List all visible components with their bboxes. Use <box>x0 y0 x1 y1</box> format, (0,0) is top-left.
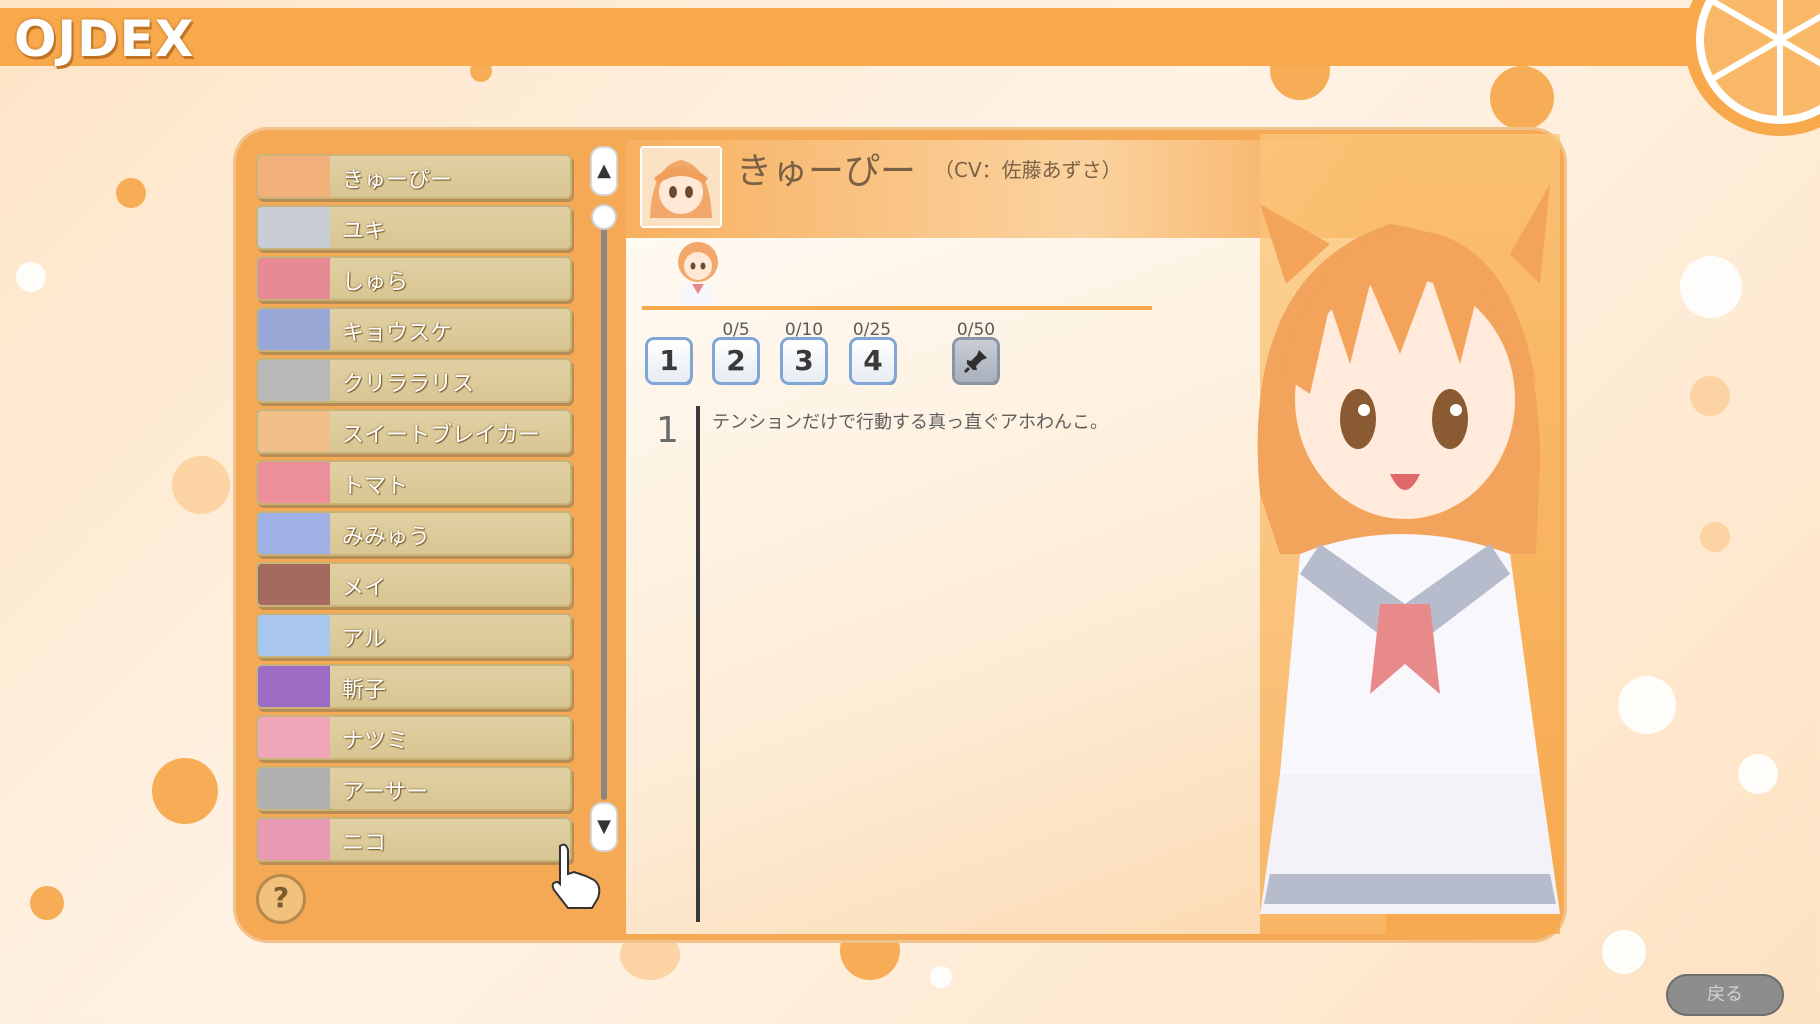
bg-bubble <box>1602 930 1646 974</box>
bg-bubble <box>1490 66 1554 130</box>
pin-icon <box>963 350 987 374</box>
character-list-item[interactable]: ナツミ <box>256 715 572 760</box>
character-name: トマト <box>342 474 409 499</box>
entry-number: 1 <box>656 410 679 451</box>
character-list-item[interactable]: アル <box>256 613 572 658</box>
character-name: ニコ <box>342 831 387 856</box>
bg-bubble <box>30 886 64 920</box>
bg-bubble <box>172 456 230 514</box>
level-count: 0/5 <box>722 320 750 340</box>
bg-bubble <box>1618 676 1676 734</box>
help-button[interactable]: ? <box>256 874 306 924</box>
bg-bubble <box>1690 376 1730 416</box>
character-list-item[interactable]: クリララリス <box>256 358 572 403</box>
back-button[interactable]: 戻る <box>1666 974 1784 1016</box>
entry-description: テンションだけで行動する真っ直ぐアホわんこ。 <box>712 412 1108 433</box>
character-thumbnail <box>258 768 330 809</box>
voice-actor-label: （CV：佐藤あずさ） <box>934 158 1122 182</box>
character-name: ユキ <box>342 219 387 244</box>
character-list-item[interactable]: ユキ <box>256 205 572 250</box>
app-logo: OJDEX <box>14 10 195 68</box>
character-mini-figure <box>678 242 718 310</box>
character-name: 斬子 <box>342 678 387 703</box>
character-thumbnail <box>258 819 330 860</box>
orange-slice-icon <box>1684 0 1820 136</box>
pin-button[interactable] <box>955 340 997 382</box>
bg-bubble <box>116 178 146 208</box>
bg-bubble <box>16 262 46 292</box>
character-name: キョウスケ <box>342 321 453 346</box>
list-scrollbar[interactable]: ▲ ▼ <box>592 148 616 858</box>
character-list-item[interactable]: ニコ <box>256 817 572 862</box>
character-thumbnail <box>258 717 330 758</box>
character-list-item[interactable]: アーサー <box>256 766 572 811</box>
character-thumbnail <box>258 411 330 452</box>
character-title: きゅーぴー <box>736 151 917 192</box>
bg-bubble <box>1700 522 1730 552</box>
character-artwork <box>1257 134 1560 934</box>
character-list-item[interactable]: キョウスケ <box>256 307 572 352</box>
character-name: スイートブレイカー <box>342 423 541 448</box>
scroll-thumb[interactable] <box>593 206 615 228</box>
level-3-button[interactable]: 3 <box>783 340 825 382</box>
character-thumbnail <box>258 615 330 656</box>
character-name: しゅら <box>342 270 409 295</box>
character-thumbnail <box>258 309 330 350</box>
character-list-item[interactable]: みみゅう <box>256 511 572 556</box>
character-thumbnail <box>258 207 330 248</box>
character-name: みみゅう <box>342 525 431 550</box>
character-thumbnail <box>258 156 330 197</box>
entry-divider <box>696 406 700 922</box>
character-name: アーサー <box>342 780 429 805</box>
character-list: きゅーぴー ユキ しゅら キョウスケ クリララリス スイートブレイカー トマト … <box>256 154 574 866</box>
character-thumbnail <box>258 360 330 401</box>
character-list-item[interactable]: きゅーぴー <box>256 154 572 199</box>
character-thumbnail <box>258 513 330 554</box>
character-list-item[interactable]: 斬子 <box>256 664 572 709</box>
character-name: きゅーぴー <box>342 168 453 193</box>
level-count: 0/10 <box>784 320 824 340</box>
character-list-item[interactable]: メイ <box>256 562 572 607</box>
character-name: クリララリス <box>342 372 475 397</box>
character-list-item[interactable]: トマト <box>256 460 572 505</box>
character-name: アル <box>342 627 386 652</box>
bg-bubble <box>152 758 218 824</box>
character-list-item[interactable]: しゅら <box>256 256 572 301</box>
hand-cursor-icon <box>551 843 601 909</box>
level-4-button[interactable]: 4 <box>852 340 894 382</box>
character-thumbnail <box>258 564 330 605</box>
character-thumbnail <box>258 462 330 503</box>
character-portrait-small <box>640 146 722 228</box>
character-name: メイ <box>342 576 387 601</box>
character-list-item[interactable]: スイートブレイカー <box>256 409 572 454</box>
level-count: 0/50 <box>956 320 996 340</box>
character-thumbnail <box>258 258 330 299</box>
bg-bubble <box>1680 256 1742 318</box>
bg-bubble <box>1738 754 1778 794</box>
top-banner <box>0 8 1720 66</box>
scroll-rail <box>601 208 607 800</box>
level-1-button[interactable]: 1 <box>648 340 690 382</box>
level-2-button[interactable]: 2 <box>715 340 757 382</box>
scroll-up-button[interactable]: ▲ <box>592 148 616 194</box>
character-thumbnail <box>258 666 330 707</box>
bg-bubble <box>930 966 952 988</box>
character-name: ナツミ <box>342 729 409 754</box>
detail-divider <box>642 306 1152 310</box>
level-count: 0/25 <box>852 320 892 340</box>
